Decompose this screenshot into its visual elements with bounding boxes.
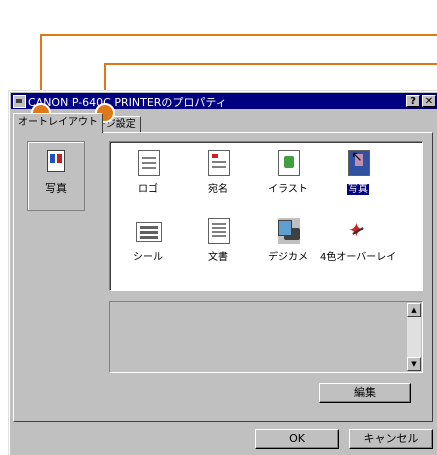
logo-icon [138,150,160,176]
callout-line-1-horizontal [40,34,437,36]
edit-button[interactable]: 編集 [319,383,411,403]
ok-button[interactable]: OK [255,429,339,449]
selected-layout-label: 写真 [45,182,67,195]
gallery-item-label-selected: 写真 [347,184,369,195]
gallery-item-digital-camera[interactable]: デジカメ [258,214,318,274]
gallery-item-logo[interactable]: ロゴ [118,146,178,206]
gallery-item-label: 4色オーバーレイ [320,252,397,263]
sticker-icon [136,222,162,242]
layout-gallery[interactable]: ロゴ 宛名 イラスト 写真 シール 文書 デジカメ ✦ 4色オーバーレイ [109,141,423,291]
gallery-item-4color-overlay[interactable]: 4色オーバーレイ [320,214,396,274]
gallery-item-label: シール [133,252,163,263]
mouse-cursor-icon: ↖ [351,149,363,165]
cancel-button[interactable]: キャンセル [349,429,433,449]
tab-auto-layout[interactable]: オートレイアウト [13,113,103,133]
gallery-item-document[interactable]: 文書 [188,214,248,274]
gallery-item-label: イラスト [268,184,308,195]
gallery-item-address[interactable]: 宛名 [188,146,248,206]
gallery-item-illustration[interactable]: イラスト [258,146,318,206]
selected-layout-preview: 写真 [27,141,85,211]
callout-line-2-horizontal [104,63,437,65]
scroll-up-button[interactable]: ▲ [407,303,421,317]
vertical-scrollbar[interactable]: ▲ ▼ [407,303,421,371]
gallery-item-label: 宛名 [208,184,228,195]
gallery-item-label: ロゴ [138,184,158,195]
gallery-item-label: 文書 [208,252,228,263]
document-icon [208,218,230,244]
gallery-item-sticker[interactable]: シール [118,214,178,274]
illustration-icon [278,150,300,176]
gallery-item-label: デジカメ [268,252,308,263]
properties-dialog: CANON P-640C PRINTERのプロパティ ? ✕ オートレイアウト … [8,90,437,455]
scroll-down-button[interactable]: ▼ [407,357,421,371]
photo-icon [47,150,65,172]
window-title: CANON P-640C PRINTERのプロパティ [28,96,227,109]
digital-camera-icon [278,218,300,244]
help-button[interactable]: ? [406,95,420,107]
close-button[interactable]: ✕ [422,95,436,107]
address-icon [208,150,230,176]
overlay-icon [346,218,368,244]
title-bar: CANON P-640C PRINTERのプロパティ ? ✕ [11,93,437,109]
printer-icon [13,95,26,108]
description-textarea[interactable]: ▲ ▼ [109,301,423,373]
